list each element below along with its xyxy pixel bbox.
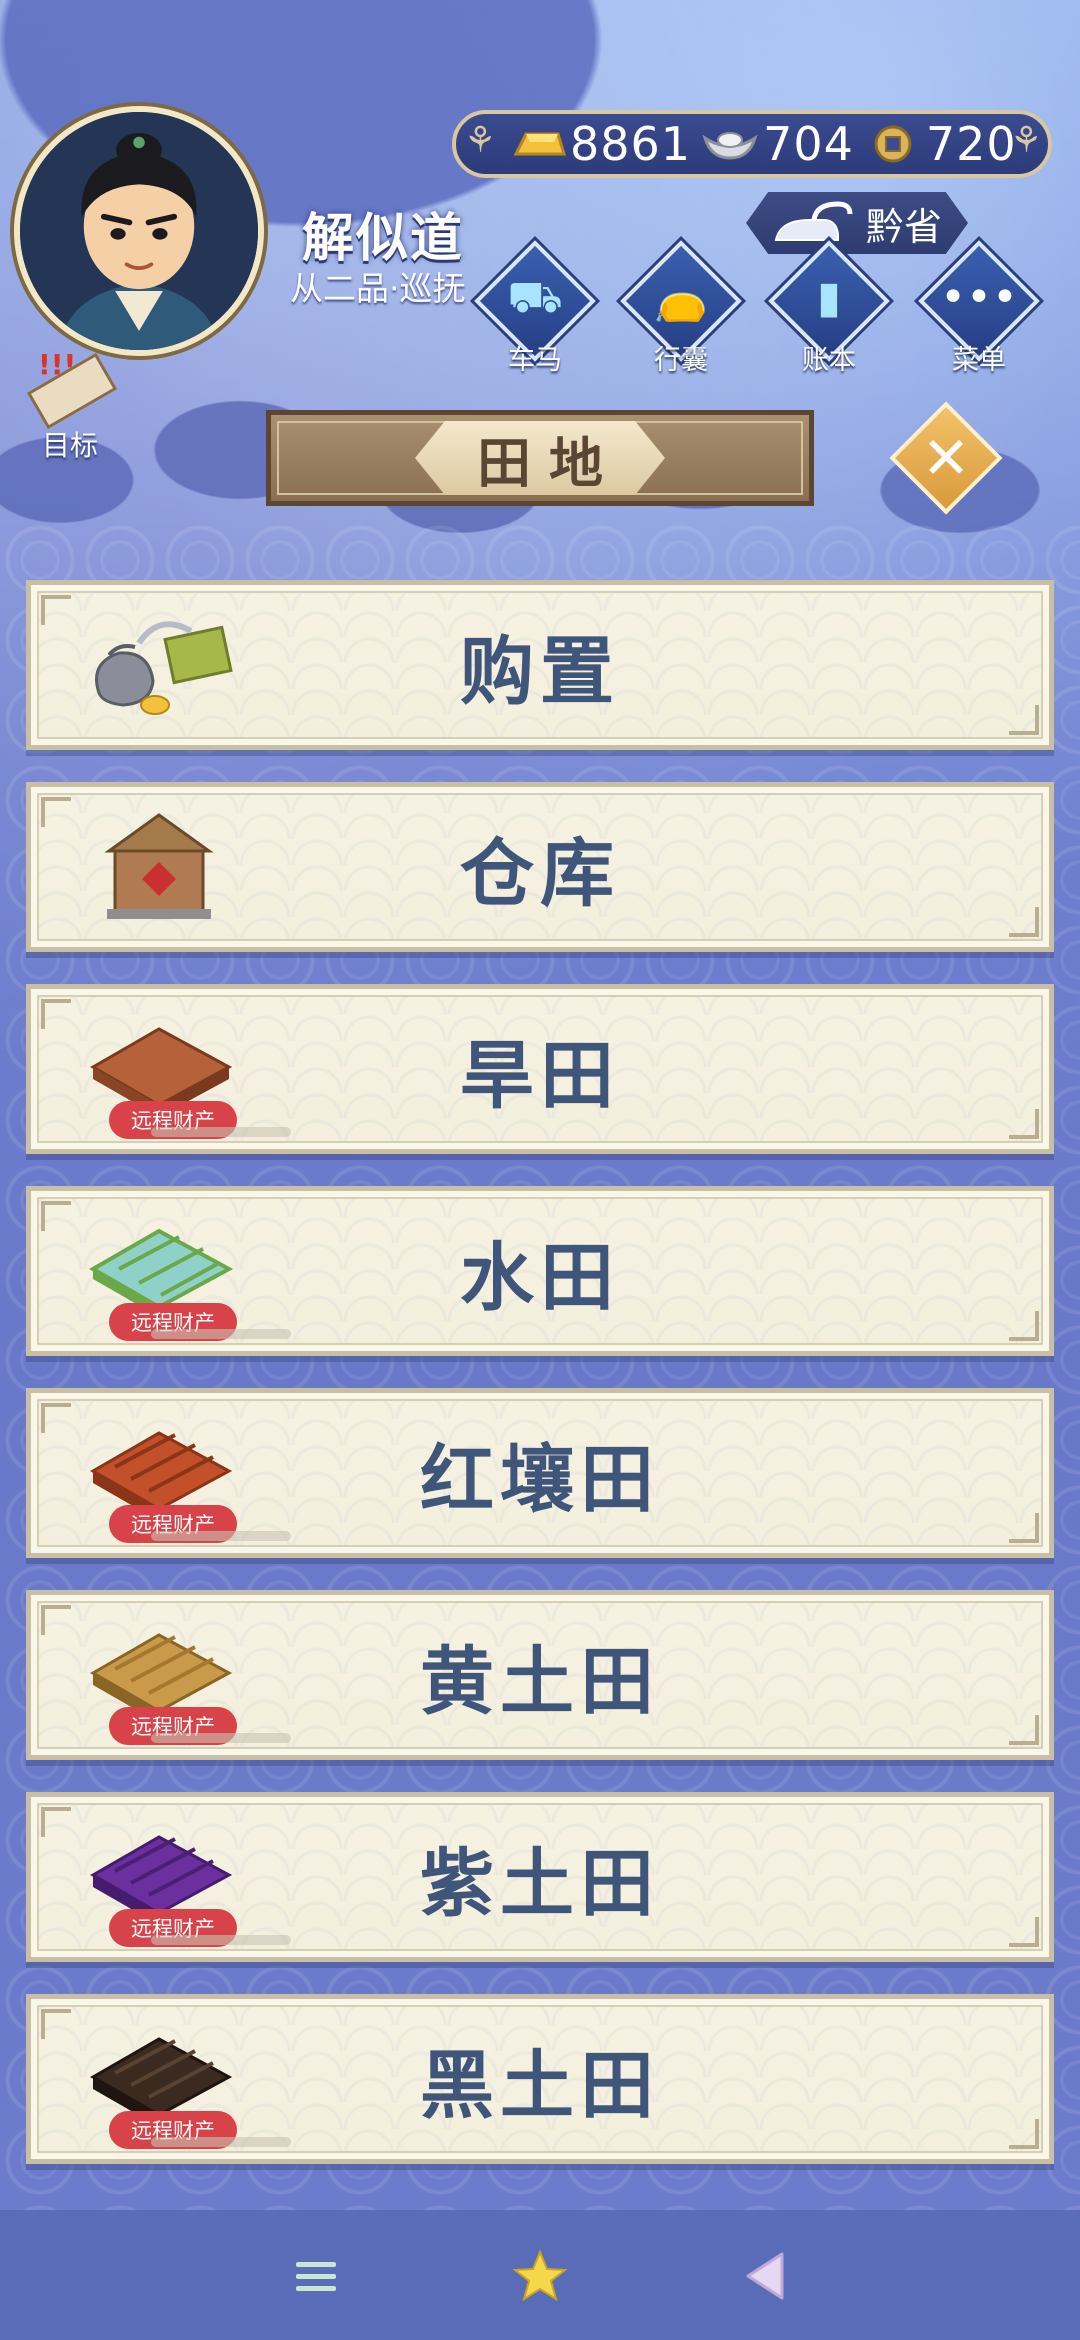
system-navbar [0,2210,1080,2340]
title-banner: 田地 [266,410,814,506]
province-label: 黔省 [865,204,942,249]
goal-label: 目标 [42,429,99,462]
gold-counter: 8861 [508,117,691,171]
silver-counter: 704 [701,117,854,171]
star-icon [512,2249,568,2302]
menu-button[interactable]: ••• 菜单 [914,240,1044,376]
item-label: 旱田 [460,1032,620,1119]
item-label: 红壤田 [420,1436,660,1523]
item-label: 紫土田 [420,1840,660,1927]
goal-button[interactable]: !!! 目标 [18,348,128,462]
list-item-red-soil-field[interactable]: 远程财产 红壤田 [26,1388,1054,1558]
carriage-button[interactable]: ⛟ 车马 [470,240,600,376]
item-label: 购置 [460,628,620,715]
copper-value: 720 [925,117,1017,171]
ledger-icon: ▮ [816,272,842,323]
close-icon: ✕ [921,424,971,492]
bundle-label: 行囊 [654,345,708,376]
avatar-portrait [20,112,258,350]
ledger-label: 账本 [802,345,856,376]
gold-value: 8861 [570,117,692,171]
seal-icon [774,201,853,241]
item-label: 仓库 [460,830,620,917]
carriage-icon: ⛟ [507,272,563,323]
province-button[interactable]: 黔省 [746,192,968,254]
nav-home-button[interactable] [510,2246,570,2306]
page-title: 田地 [477,431,621,495]
silver-ingot-icon [702,132,758,160]
copper-coin-icon [874,125,912,163]
bamboo-icon: ⚘ [1010,120,1043,161]
more-icon: ••• [940,272,1018,323]
list-item-paddy-field[interactable]: 远程财产 水田 [26,1186,1054,1356]
menu-label: 菜单 [952,345,1006,376]
silver-value: 704 [763,117,854,171]
list-item-dry-field[interactable]: 远程财产 旱田 [26,984,1054,1154]
bamboo-icon: ⚘ [464,120,497,161]
player-name: 解似道 [302,209,465,269]
item-label: 水田 [460,1234,620,1321]
title-plate: 田地 [415,421,665,495]
back-triangle-icon [746,2252,784,2300]
list-item-black-soil-field[interactable]: 远程财产 黑土田 [26,1994,1054,2164]
list-item-purple-soil-field[interactable]: 远程财产 紫土田 [26,1792,1054,1962]
bundle-icon: 👝 [653,273,709,324]
list-item-warehouse[interactable]: 仓库 [26,782,1054,952]
hamburger-icon [296,2262,336,2291]
copper-counter: 720 [864,117,1017,171]
player-avatar[interactable] [14,106,264,356]
currency-bar: ⚘ 8861 704 720 ⚘ [452,110,1052,178]
ledger-button[interactable]: ▮ 账本 [764,240,894,376]
close-button[interactable]: ✕ [906,418,986,498]
nav-back-button[interactable] [736,2246,796,2306]
bundle-button[interactable]: 👝 行囊 [616,240,746,376]
carriage-label: 车马 [508,345,562,376]
player-rank: 从二品·巡抚 [290,269,466,308]
list-item-purchase[interactable]: 购置 [26,580,1054,750]
gold-bar-icon [513,132,566,156]
nav-menu-button[interactable] [286,2246,346,2306]
item-label: 黄土田 [420,1638,660,1725]
list-item-yellow-soil-field[interactable]: 远程财产 黄土田 [26,1590,1054,1760]
item-label: 黑土田 [420,2042,660,2129]
